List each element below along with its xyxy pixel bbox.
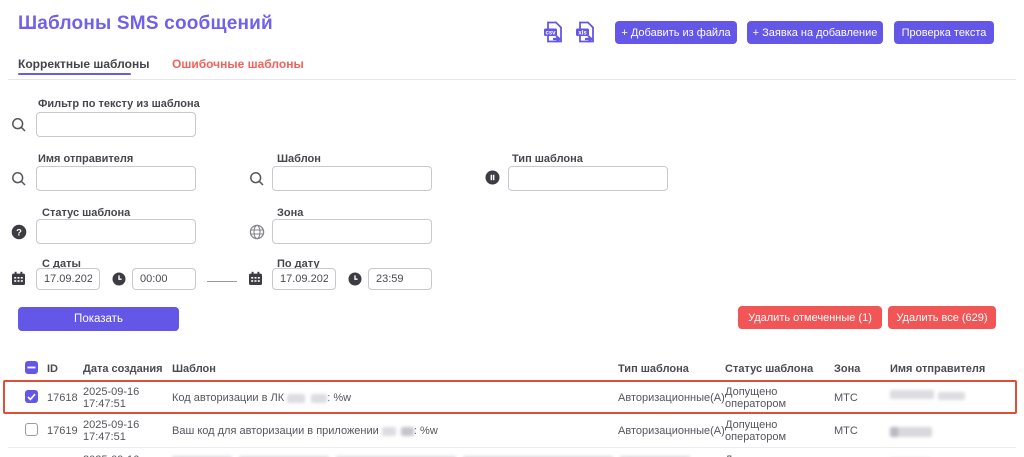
cell-date: 2025-09-1617:47:51 (83, 419, 139, 443)
table-row[interactable]: 17618 2025-09-1617:47:51 Код авторизации… (0, 381, 1024, 414)
svg-text:xls: xls (578, 30, 587, 36)
sender-filter-label: Имя отправителя (38, 153, 133, 165)
date-from-input[interactable] (36, 268, 100, 290)
sender-filter-input[interactable] (36, 166, 196, 191)
cell-zone: МТС (834, 392, 858, 404)
select-all-checkbox[interactable] (25, 361, 38, 374)
status-filter-input[interactable] (36, 219, 196, 244)
page-title: Шаблоны SMS сообщений (18, 13, 273, 35)
cell-id: 17618 (47, 392, 78, 404)
cell-date: 2025-09-1617:47:51 (83, 386, 139, 410)
cell-template: Ваш код для авторизации в приложении : %… (172, 425, 438, 437)
tab-erroneous-templates[interactable]: Ошибочные шаблоны (172, 57, 304, 71)
row-divider (8, 447, 1016, 448)
search-icon (11, 117, 27, 133)
add-from-file-button[interactable]: + Добавить из файла (615, 21, 737, 44)
check-text-button[interactable]: Проверка текста (894, 21, 994, 44)
export-csv-icon[interactable]: csv (541, 20, 567, 46)
show-button[interactable]: Показать (18, 307, 179, 331)
table-row[interactable]: 17619 2025-09-1617:47:51 Ваш код для авт… (0, 415, 1024, 447)
add-request-button[interactable]: + Заявка на добавление (747, 21, 883, 44)
table-row[interactable]: 2025-09-1617:47:51 Допущено (0, 450, 1024, 457)
cell-type: Авторизационные(А) (618, 425, 725, 437)
delete-selected-button[interactable]: Удалить отмеченные (1) (738, 306, 882, 329)
svg-text:?: ? (16, 227, 22, 238)
tab-correct-templates[interactable]: Корректные шаблоны (18, 57, 149, 71)
row-checkbox[interactable] (25, 423, 38, 436)
col-header-template: Шаблон (172, 363, 216, 375)
col-header-status: Статус шаблона (725, 363, 813, 375)
search-icon (249, 171, 265, 187)
svg-text:csv: csv (545, 30, 556, 36)
cell-status: Допущенооператором (725, 419, 786, 443)
delete-all-button[interactable]: Удалить все (629) (888, 306, 996, 329)
calendar-icon (248, 271, 263, 286)
zone-filter-input[interactable] (272, 219, 432, 244)
cell-sender-blurred (890, 386, 965, 404)
cell-zone: МТС (834, 425, 858, 437)
globe-icon (249, 224, 265, 240)
type-filter-label: Тип шаблона (512, 153, 583, 165)
cell-sender-blurred (890, 423, 932, 441)
zone-filter-label: Зона (277, 207, 303, 219)
col-header-date: Дата создания (83, 363, 163, 375)
col-header-type: Тип шаблона (618, 363, 689, 375)
text-filter-input[interactable] (36, 112, 196, 137)
text-filter-label: Фильтр по тексту из шаблона (38, 98, 200, 110)
active-tab-underline (18, 73, 131, 75)
col-header-id: ID (47, 363, 58, 375)
col-header-sender: Имя отправителя (890, 363, 985, 375)
template-filter-input[interactable] (272, 166, 432, 191)
search-icon (11, 171, 27, 187)
col-header-zone: Зона (834, 363, 860, 375)
status-filter-label: Статус шаблона (42, 207, 130, 219)
date-to-input[interactable] (272, 268, 336, 290)
date-range-dash (207, 281, 237, 282)
type-filter-input[interactable] (508, 166, 668, 191)
sms-templates-page: Шаблоны SMS сообщений csv xls + Добавить… (0, 0, 1024, 457)
calendar-icon (11, 271, 26, 286)
template-filter-label: Шаблон (277, 153, 321, 165)
time-to-input[interactable] (368, 268, 432, 290)
type-filter-icon (485, 170, 500, 185)
question-circle-icon: ? (11, 224, 27, 240)
export-xls-icon[interactable]: xls (573, 20, 599, 46)
tabs-divider (8, 79, 1016, 80)
clock-icon (348, 272, 362, 286)
cell-status: Допущенооператором (725, 386, 786, 410)
row-checkbox[interactable] (25, 390, 38, 403)
time-from-input[interactable] (132, 268, 196, 290)
cell-id: 17619 (47, 425, 78, 437)
cell-template: Код авторизации в ЛК : %w (172, 392, 351, 404)
cell-type: Авторизационные(А) (618, 392, 725, 404)
clock-icon (112, 272, 126, 286)
